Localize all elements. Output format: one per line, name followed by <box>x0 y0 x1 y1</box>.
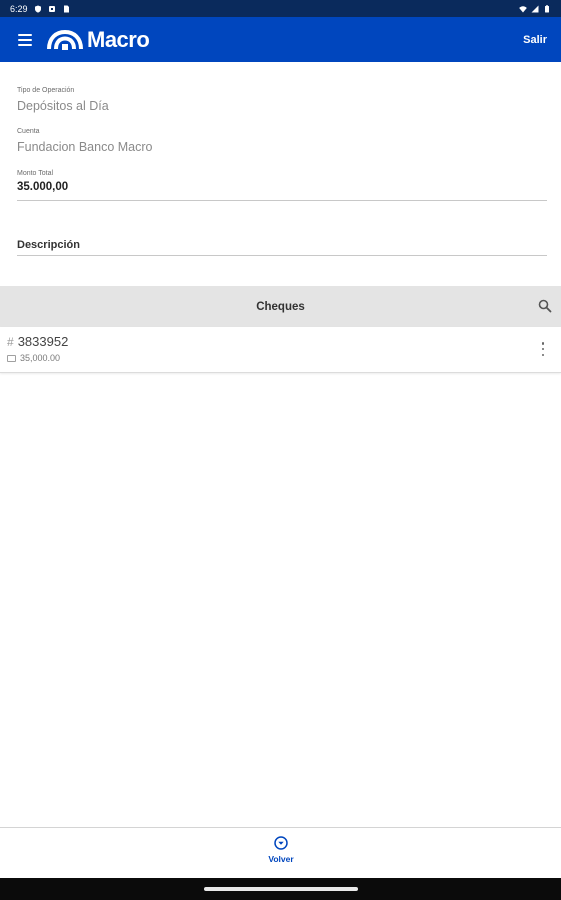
total-amount-field[interactable]: Monto Total 35.000,00 <box>17 170 547 201</box>
cheques-header: Cheques <box>0 286 561 327</box>
shield-icon <box>34 5 41 13</box>
logo: Macro <box>46 26 150 53</box>
operation-type-field: Tipo de Operación Depósitos al Día <box>17 87 547 113</box>
sim-card-icon <box>63 5 69 12</box>
hash-icon: # <box>7 334 14 349</box>
description-label[interactable]: Descripción <box>17 239 547 251</box>
cheques-title: Cheques <box>256 300 305 313</box>
search-icon[interactable] <box>538 299 552 313</box>
home-handle[interactable] <box>204 887 358 891</box>
cheque-amount-row: 35,000.00 <box>7 353 60 363</box>
notification-icon <box>48 5 55 12</box>
wifi-icon <box>519 5 527 12</box>
status-time: 6:29 <box>10 3 28 14</box>
cheque-number: 3833952 <box>17 334 69 349</box>
app-bar: Macro Salir <box>0 17 561 62</box>
signal-icon <box>531 5 539 12</box>
status-bar: 6:29 <box>0 0 561 17</box>
back-button[interactable]: Volver <box>258 836 304 872</box>
status-right <box>519 4 551 13</box>
brand-name: Macro <box>87 26 150 52</box>
more-vert-icon[interactable] <box>541 342 545 356</box>
total-amount-value[interactable]: 35.000,00 <box>17 181 547 193</box>
back-label: Volver <box>268 854 294 864</box>
cheque-list-item[interactable]: # 3833952 35,000.00 <box>0 327 561 373</box>
description-underline <box>17 255 547 256</box>
screen: 6:29 Macro Salir Tipo de Operación Depós <box>0 0 561 900</box>
status-left: 6:29 <box>10 4 70 14</box>
money-icon <box>7 354 16 362</box>
exit-button[interactable]: Salir <box>523 34 547 46</box>
bottom-divider <box>0 827 561 828</box>
macro-logo-icon <box>47 29 83 50</box>
battery-icon <box>545 4 549 12</box>
account-label: Cuenta <box>17 128 40 135</box>
arrow-down-circle-icon <box>274 836 288 850</box>
total-amount-underline <box>17 200 547 201</box>
menu-icon[interactable] <box>18 33 32 46</box>
account-value: Fundacion Banco Macro <box>17 140 153 154</box>
description-field[interactable]: Descripción <box>17 239 547 256</box>
operation-type-value: Depósitos al Día <box>17 99 109 113</box>
total-amount-label: Monto Total <box>17 170 54 177</box>
account-field: Cuenta Fundacion Banco Macro <box>17 128 547 154</box>
cheque-amount: 35,000.00 <box>20 353 61 363</box>
cheque-number-row: # 3833952 <box>7 334 68 349</box>
operation-type-label: Tipo de Operación <box>17 87 75 94</box>
